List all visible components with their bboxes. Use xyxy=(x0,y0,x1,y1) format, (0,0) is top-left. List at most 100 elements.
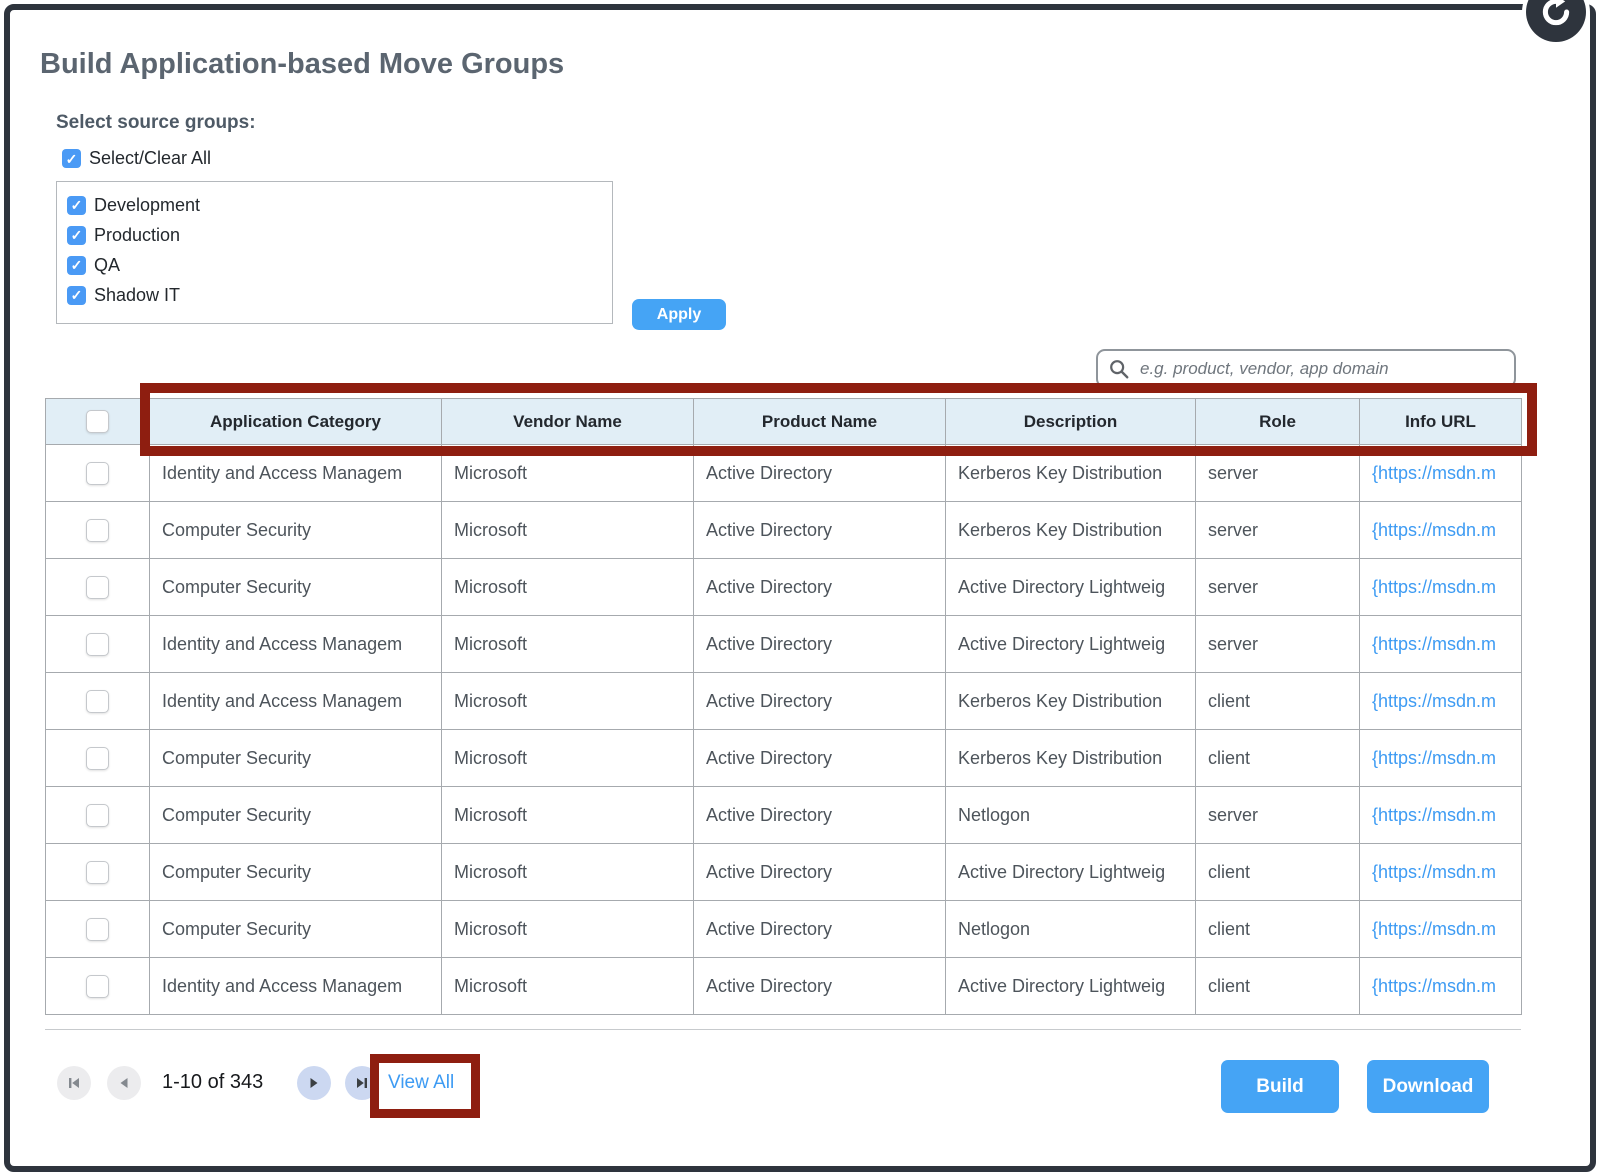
row-checkbox[interactable] xyxy=(86,747,109,770)
row-checkbox[interactable] xyxy=(86,918,109,941)
cell-description: Kerberos Key Distribution xyxy=(946,730,1196,787)
cell-product-name: Active Directory xyxy=(694,730,946,787)
table-row: Computer SecurityMicrosoftActive Directo… xyxy=(46,559,1522,616)
source-group-item[interactable]: Development xyxy=(67,190,602,220)
row-checkbox[interactable] xyxy=(86,633,109,656)
build-button[interactable]: Build xyxy=(1221,1060,1339,1113)
next-page-icon xyxy=(306,1075,322,1091)
row-checkbox[interactable] xyxy=(86,690,109,713)
apply-button[interactable]: Apply xyxy=(632,299,726,330)
cell-info-url-link[interactable]: {https://msdn.m xyxy=(1372,634,1496,654)
first-page-button[interactable] xyxy=(57,1066,91,1100)
row-checkbox-cell xyxy=(46,502,150,559)
cell-info-url-container: {https://msdn.m xyxy=(1360,559,1522,616)
column-vendor-name[interactable]: Vendor Name xyxy=(442,399,694,445)
cell-vendor-name: Microsoft xyxy=(442,445,694,502)
cell-role: server xyxy=(1196,787,1360,844)
cell-info-url-link[interactable]: {https://msdn.m xyxy=(1372,463,1496,483)
row-checkbox-cell xyxy=(46,958,150,1015)
column-info-url[interactable]: Info URL xyxy=(1360,399,1522,445)
cell-vendor-name: Microsoft xyxy=(442,844,694,901)
view-all-link[interactable]: View All xyxy=(388,1072,454,1094)
cell-description: Active Directory Lightweig xyxy=(946,844,1196,901)
cell-role: client xyxy=(1196,730,1360,787)
download-button[interactable]: Download xyxy=(1367,1060,1489,1113)
cell-product-name: Active Directory xyxy=(694,445,946,502)
select-clear-all-checkbox[interactable] xyxy=(62,149,81,168)
source-group-label: QA xyxy=(94,255,120,276)
last-page-button[interactable] xyxy=(345,1066,379,1100)
source-group-checkbox[interactable] xyxy=(67,286,86,305)
search-input[interactable] xyxy=(1138,358,1504,380)
row-checkbox[interactable] xyxy=(86,519,109,542)
row-checkbox-cell xyxy=(46,730,150,787)
table-row: Identity and Access ManagemMicrosoftActi… xyxy=(46,673,1522,730)
cell-info-url-link[interactable]: {https://msdn.m xyxy=(1372,577,1496,597)
cell-vendor-name: Microsoft xyxy=(442,616,694,673)
cell-info-url-link[interactable]: {https://msdn.m xyxy=(1372,748,1496,768)
row-checkbox[interactable] xyxy=(86,975,109,998)
select-clear-all[interactable]: Select/Clear All xyxy=(62,148,211,169)
cell-info-url-container: {https://msdn.m xyxy=(1360,844,1522,901)
source-group-checkbox[interactable] xyxy=(67,196,86,215)
column-application-category[interactable]: Application Category xyxy=(150,399,442,445)
row-checkbox-cell xyxy=(46,616,150,673)
cell-description: Active Directory Lightweig xyxy=(946,559,1196,616)
cell-info-url-container: {https://msdn.m xyxy=(1360,616,1522,673)
source-group-checkbox[interactable] xyxy=(67,256,86,275)
cell-application-category: Identity and Access Managem xyxy=(150,445,442,502)
cell-role: client xyxy=(1196,901,1360,958)
last-page-icon xyxy=(354,1075,370,1091)
cell-role: server xyxy=(1196,445,1360,502)
cell-info-url-container: {https://msdn.m xyxy=(1360,958,1522,1015)
cell-info-url-link[interactable]: {https://msdn.m xyxy=(1372,862,1496,882)
page-title: Build Application-based Move Groups xyxy=(40,48,564,81)
cell-vendor-name: Microsoft xyxy=(442,502,694,559)
cell-info-url-link[interactable]: {https://msdn.m xyxy=(1372,805,1496,825)
source-group-item[interactable]: Production xyxy=(67,220,602,250)
row-checkbox[interactable] xyxy=(86,576,109,599)
column-product-name[interactable]: Product Name xyxy=(694,399,946,445)
cell-info-url-container: {https://msdn.m xyxy=(1360,901,1522,958)
search-icon xyxy=(1108,358,1130,380)
cell-application-category: Identity and Access Managem xyxy=(150,673,442,730)
row-checkbox[interactable] xyxy=(86,861,109,884)
column-role[interactable]: Role xyxy=(1196,399,1360,445)
cell-role: client xyxy=(1196,958,1360,1015)
cell-info-url-container: {https://msdn.m xyxy=(1360,787,1522,844)
cell-description: Active Directory Lightweig xyxy=(946,616,1196,673)
cell-product-name: Active Directory xyxy=(694,673,946,730)
cell-product-name: Active Directory xyxy=(694,844,946,901)
table-row: Computer SecurityMicrosoftActive Directo… xyxy=(46,901,1522,958)
source-group-checkbox[interactable] xyxy=(67,226,86,245)
row-checkbox-cell xyxy=(46,787,150,844)
cell-info-url-link[interactable]: {https://msdn.m xyxy=(1372,520,1496,540)
cell-application-category: Identity and Access Managem xyxy=(150,616,442,673)
cell-vendor-name: Microsoft xyxy=(442,901,694,958)
cell-description: Active Directory Lightweig xyxy=(946,958,1196,1015)
cell-vendor-name: Microsoft xyxy=(442,673,694,730)
row-checkbox-cell xyxy=(46,445,150,502)
source-group-item[interactable]: Shadow IT xyxy=(67,280,602,310)
row-checkbox[interactable] xyxy=(86,804,109,827)
search-box[interactable] xyxy=(1096,349,1516,388)
header-select-all-checkbox[interactable] xyxy=(86,410,109,433)
first-page-icon xyxy=(66,1075,82,1091)
previous-page-button[interactable] xyxy=(107,1066,141,1100)
cell-vendor-name: Microsoft xyxy=(442,559,694,616)
cell-info-url-link[interactable]: {https://msdn.m xyxy=(1372,919,1496,939)
next-page-button[interactable] xyxy=(297,1066,331,1100)
footer-divider xyxy=(45,1029,1521,1030)
cell-application-category: Identity and Access Managem xyxy=(150,958,442,1015)
cell-info-url-link[interactable]: {https://msdn.m xyxy=(1372,691,1496,711)
cell-product-name: Active Directory xyxy=(694,559,946,616)
source-group-label: Production xyxy=(94,225,180,246)
cell-vendor-name: Microsoft xyxy=(442,730,694,787)
table-row: Computer SecurityMicrosoftActive Directo… xyxy=(46,844,1522,901)
row-checkbox[interactable] xyxy=(86,462,109,485)
column-description[interactable]: Description xyxy=(946,399,1196,445)
cell-info-url-link[interactable]: {https://msdn.m xyxy=(1372,976,1496,996)
source-group-item[interactable]: QA xyxy=(67,250,602,280)
source-group-label: Shadow IT xyxy=(94,285,180,306)
table-row: Identity and Access ManagemMicrosoftActi… xyxy=(46,958,1522,1015)
